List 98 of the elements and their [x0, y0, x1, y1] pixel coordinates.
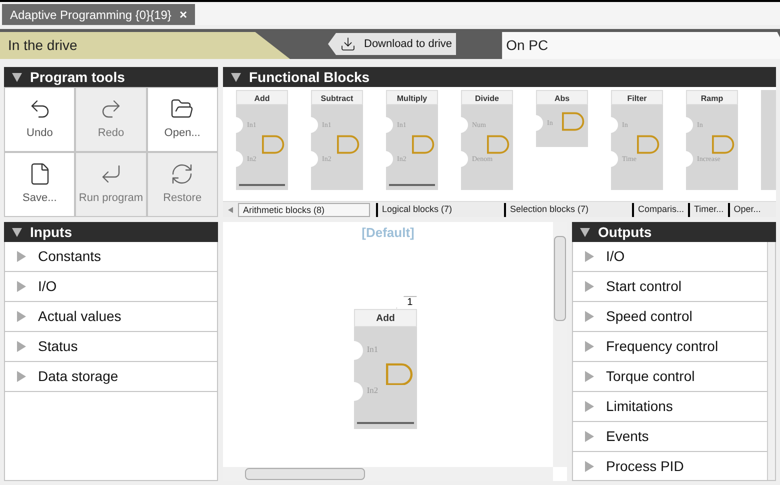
output-connector-icon: [562, 112, 586, 131]
block-title: Abs: [536, 90, 588, 105]
block-title: Ramp: [686, 90, 738, 105]
input-label: In2: [366, 384, 378, 397]
tool-button[interactable]: Open...: [148, 88, 217, 151]
input-port[interactable]: [610, 151, 618, 167]
output-connector-icon: [487, 135, 511, 154]
expand-triangle-icon: [17, 251, 26, 262]
close-button[interactable]: ×: [179, 4, 188, 24]
category-tab[interactable]: Logical blocks (7): [376, 202, 504, 216]
tool-button[interactable]: Save...: [5, 153, 74, 216]
input-port[interactable]: [460, 117, 468, 133]
block-title: Add: [354, 308, 417, 326]
input-port[interactable]: [685, 151, 693, 167]
expand-triangle-icon: [585, 401, 594, 412]
item-label: Events: [606, 427, 649, 446]
output-connector-icon: [637, 135, 661, 154]
input-label: In1: [366, 344, 378, 356]
expand-triangle-icon: [17, 371, 26, 382]
block-title: Multiply: [386, 90, 438, 105]
panel-header[interactable]: Program tools: [4, 67, 218, 87]
output-connector-icon: [262, 135, 286, 154]
item-label: Data storage: [38, 367, 118, 386]
expand-triangle-icon: [585, 251, 594, 262]
input-port[interactable]: [460, 151, 468, 167]
input-port[interactable]: [685, 117, 693, 133]
item-label: Constants: [38, 247, 102, 266]
block-title: Divide: [461, 90, 513, 105]
mode-label: In the drive: [8, 36, 78, 55]
panel-header[interactable]: Outputs: [572, 222, 776, 242]
collapse-triangle-icon: [12, 72, 22, 82]
category-tab[interactable]: Comparis...: [632, 202, 688, 216]
output-connector-icon: [386, 362, 414, 386]
collapse-triangle-icon: [231, 72, 241, 82]
item-label: Frequency control: [606, 337, 718, 356]
block-title: Subtract: [311, 90, 363, 105]
block-underline: [239, 184, 285, 186]
expand-triangle-icon: [585, 281, 594, 292]
item-label: Actual values: [38, 307, 122, 326]
expand-triangle-icon: [585, 461, 594, 472]
expand-triangle-icon: [585, 371, 594, 382]
input-port[interactable]: [385, 151, 393, 167]
input-port[interactable]: [235, 117, 243, 133]
category-tab[interactable]: Selection blocks (7): [504, 202, 632, 216]
item-label: Process PID: [606, 457, 684, 476]
item-label: I/O: [606, 247, 625, 266]
panel-title: Inputs: [30, 222, 72, 242]
input-port[interactable]: [610, 117, 618, 133]
scrollbar-thumb[interactable]: [245, 468, 365, 480]
item-label: Start control: [606, 277, 682, 296]
scroll-left-icon[interactable]: [228, 206, 233, 212]
category-tab[interactable]: Arithmetic blocks (8): [238, 202, 370, 216]
collapse-triangle-icon: [580, 228, 590, 236]
canvas-title: [Default]: [362, 224, 414, 242]
mode-label: On PC: [506, 36, 548, 55]
function-block[interactable]: Add In1 In2: [354, 308, 417, 428]
item-label: Torque control: [606, 367, 695, 386]
block-underline: [389, 184, 435, 186]
item-label: Speed control: [606, 307, 692, 326]
expand-triangle-icon: [585, 341, 594, 352]
panel-header[interactable]: Inputs: [4, 222, 218, 242]
document-tab[interactable]: Adaptive Programming {0}{19} ×: [2, 4, 196, 25]
input-port[interactable]: [353, 340, 363, 360]
panel-title: Program tools: [30, 68, 125, 87]
input-port[interactable]: [310, 151, 318, 167]
expand-triangle-icon: [17, 281, 26, 292]
collapse-triangle-icon: [12, 228, 22, 236]
panel-title: Functional Blocks: [249, 68, 370, 86]
category-tab[interactable]: Oper...: [728, 202, 765, 216]
expand-triangle-icon: [17, 341, 26, 352]
refresh-icon: [170, 162, 194, 186]
panel-header[interactable]: Functional Blocks: [223, 67, 776, 87]
output-connector-icon: [337, 135, 361, 154]
category-tab[interactable]: Timer...: [688, 202, 728, 216]
download-button[interactable]: Download to drive: [328, 33, 456, 55]
input-port[interactable]: [235, 151, 243, 167]
vertical-scrollbar[interactable]: [767, 242, 775, 480]
input-port[interactable]: [535, 115, 543, 131]
block-underline: [357, 422, 414, 424]
block-number-tag: 1: [396, 296, 417, 308]
item-label: I/O: [38, 277, 57, 296]
input-port[interactable]: [353, 382, 363, 401]
block-title: Filter: [611, 90, 663, 105]
expand-triangle-icon: [585, 311, 594, 322]
download-icon: [340, 36, 356, 52]
item-label: Status: [38, 337, 78, 356]
input-port[interactable]: [310, 117, 318, 133]
output-connector-icon: [712, 135, 736, 154]
panel-title: Outputs: [598, 222, 652, 242]
block-title: Add: [236, 90, 288, 105]
tab-title: Adaptive Programming {0}{19}: [10, 6, 172, 24]
item-label: Limitations: [606, 397, 673, 416]
input-port[interactable]: [385, 117, 393, 133]
scrollbar-thumb[interactable]: [554, 236, 566, 321]
expand-triangle-icon: [585, 431, 594, 442]
expand-triangle-icon: [17, 311, 26, 322]
tool-button[interactable]: Undo: [5, 88, 74, 151]
output-connector-icon: [412, 135, 436, 154]
